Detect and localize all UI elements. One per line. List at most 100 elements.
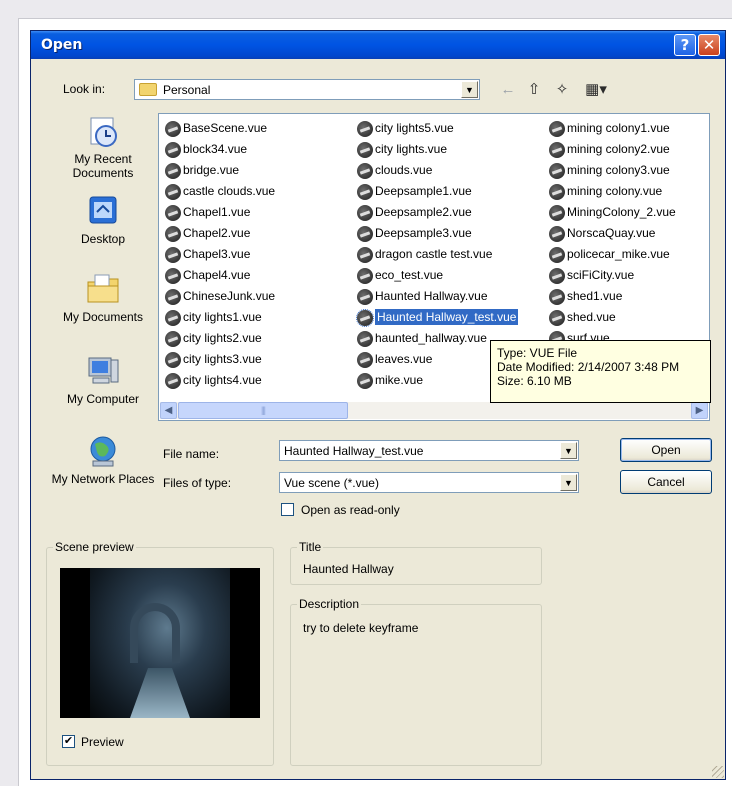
file-name: NorscaQuay.vue xyxy=(567,226,656,240)
scroll-left-arrow-icon[interactable]: ◀ xyxy=(160,402,177,419)
file-item[interactable]: Haunted Hallway.vue xyxy=(355,286,518,307)
title-bar[interactable]: Open ? ✕ xyxy=(31,31,725,59)
file-item[interactable]: Chapel2.vue xyxy=(163,223,275,244)
file-name: Chapel1.vue xyxy=(183,205,251,219)
file-item[interactable]: Chapel4.vue xyxy=(163,265,275,286)
scrollbar-thumb[interactable]: ||| xyxy=(178,402,348,419)
description-group: Description try to delete keyframe xyxy=(290,597,542,766)
new-folder-icon[interactable]: ✧ xyxy=(552,80,572,100)
my-computer-icon xyxy=(88,357,119,384)
file-item[interactable]: city lights5.vue xyxy=(355,118,518,139)
help-button[interactable]: ? xyxy=(674,34,696,56)
file-item[interactable]: Deepsample3.vue xyxy=(355,223,518,244)
file-item[interactable]: mining colony2.vue xyxy=(547,139,676,160)
file-item[interactable]: city lights3.vue xyxy=(163,349,275,370)
title-group-label: Title xyxy=(297,540,324,554)
vue-file-icon xyxy=(357,205,373,221)
file-name-label: File name: xyxy=(163,447,220,461)
chevron-down-icon[interactable]: ▼ xyxy=(461,81,478,98)
file-item[interactable]: city lights.vue xyxy=(355,139,518,160)
file-item[interactable]: MiningColony_2.vue xyxy=(547,202,676,223)
file-item[interactable]: eco_test.vue xyxy=(355,265,518,286)
read-only-checkbox[interactable] xyxy=(281,503,294,516)
file-item[interactable]: Chapel1.vue xyxy=(163,202,275,223)
vue-file-icon xyxy=(549,163,565,179)
open-button[interactable]: Open xyxy=(620,438,712,462)
file-item[interactable]: Deepsample1.vue xyxy=(355,181,518,202)
place-my-computer[interactable]: My Computer xyxy=(48,354,158,406)
place-label: My Recent Documents xyxy=(72,152,134,180)
place-recent-documents[interactable]: My Recent Documents xyxy=(48,114,158,180)
file-item[interactable]: city lights1.vue xyxy=(163,307,275,328)
preview-label: Preview xyxy=(81,735,124,749)
file-name: Chapel4.vue xyxy=(183,268,251,282)
vue-file-icon xyxy=(356,309,374,327)
place-my-documents[interactable]: My Documents xyxy=(48,272,158,324)
place-network[interactable]: My Network Places xyxy=(48,434,158,486)
close-button[interactable]: ✕ xyxy=(698,34,720,56)
file-item[interactable]: ChineseJunk.vue xyxy=(163,286,275,307)
file-item[interactable]: mining colony.vue xyxy=(547,181,676,202)
file-item[interactable]: city lights4.vue xyxy=(163,370,275,391)
vue-file-icon xyxy=(357,184,373,200)
file-item[interactable]: block34.vue xyxy=(163,139,275,160)
vue-file-icon xyxy=(165,121,181,137)
file-item[interactable]: Deepsample2.vue xyxy=(355,202,518,223)
vue-file-icon xyxy=(357,352,373,368)
scene-preview-image xyxy=(60,568,260,718)
chevron-down-icon[interactable]: ▼ xyxy=(560,474,577,491)
file-item[interactable]: Haunted Hallway_test.vue xyxy=(355,307,519,328)
scene-description-value: try to delete keyframe xyxy=(303,621,419,635)
chevron-down-icon[interactable]: ▼ xyxy=(560,442,577,459)
file-name: mining colony1.vue xyxy=(567,121,670,135)
views-menu-icon[interactable]: ▦▾ xyxy=(582,80,610,100)
file-type-select[interactable]: Vue scene (*.vue) ▼ xyxy=(279,472,579,493)
place-desktop[interactable]: Desktop xyxy=(48,194,158,246)
tooltip-type: Type: VUE File xyxy=(497,346,578,360)
vue-file-icon xyxy=(165,268,181,284)
file-name-input[interactable]: Haunted Hallway_test.vue ▼ xyxy=(279,440,579,461)
window-title: Open xyxy=(41,37,83,53)
file-item[interactable]: bridge.vue xyxy=(163,160,275,181)
up-folder-icon[interactable]: ⇧ xyxy=(524,80,544,100)
file-item[interactable]: mining colony1.vue xyxy=(547,118,676,139)
resize-grip[interactable] xyxy=(712,766,724,778)
file-name: MiningColony_2.vue xyxy=(567,205,676,219)
file-item[interactable]: clouds.vue xyxy=(355,160,518,181)
folder-icon xyxy=(139,83,157,96)
look-in-value: Personal xyxy=(163,83,211,97)
file-item[interactable]: dragon castle test.vue xyxy=(355,244,518,265)
vue-file-icon xyxy=(357,226,373,242)
scene-title-value: Haunted Hallway xyxy=(303,562,394,576)
preview-checkbox[interactable]: ✔ xyxy=(62,735,75,748)
vue-file-icon xyxy=(357,163,373,179)
file-name: Chapel3.vue xyxy=(183,247,251,261)
file-item[interactable]: BaseScene.vue xyxy=(163,118,275,139)
vue-file-icon xyxy=(549,121,565,137)
scroll-right-arrow-icon[interactable]: ▶ xyxy=(691,402,708,419)
title-group: Title Haunted Hallway xyxy=(290,540,542,585)
look-in-combo[interactable]: Personal ▼ xyxy=(134,79,480,100)
file-item[interactable]: mining colony3.vue xyxy=(547,160,676,181)
file-item[interactable]: shed1.vue xyxy=(547,286,676,307)
file-type-value: Vue scene (*.vue) xyxy=(284,476,379,490)
description-group-label: Description xyxy=(297,597,362,611)
my-documents-icon xyxy=(87,274,119,303)
vue-file-icon xyxy=(357,373,373,389)
vue-file-icon xyxy=(357,268,373,284)
file-item[interactable]: Chapel3.vue xyxy=(163,244,275,265)
file-item[interactable]: sciFiCity.vue xyxy=(547,265,676,286)
file-item[interactable]: city lights2.vue xyxy=(163,328,275,349)
vue-file-icon xyxy=(357,331,373,347)
cancel-button[interactable]: Cancel xyxy=(620,470,712,494)
file-item[interactable]: NorscaQuay.vue xyxy=(547,223,676,244)
look-in-label: Look in: xyxy=(63,82,106,96)
desktop-icon xyxy=(89,196,117,224)
horizontal-scrollbar[interactable]: ◀ ||| ▶ xyxy=(160,402,708,419)
file-item[interactable]: castle clouds.vue xyxy=(163,181,275,202)
vue-file-icon xyxy=(357,142,373,158)
back-arrow-icon[interactable]: ← xyxy=(498,80,518,100)
file-item[interactable]: shed.vue xyxy=(547,307,676,328)
vue-file-icon xyxy=(165,352,181,368)
file-item[interactable]: policecar_mike.vue xyxy=(547,244,676,265)
